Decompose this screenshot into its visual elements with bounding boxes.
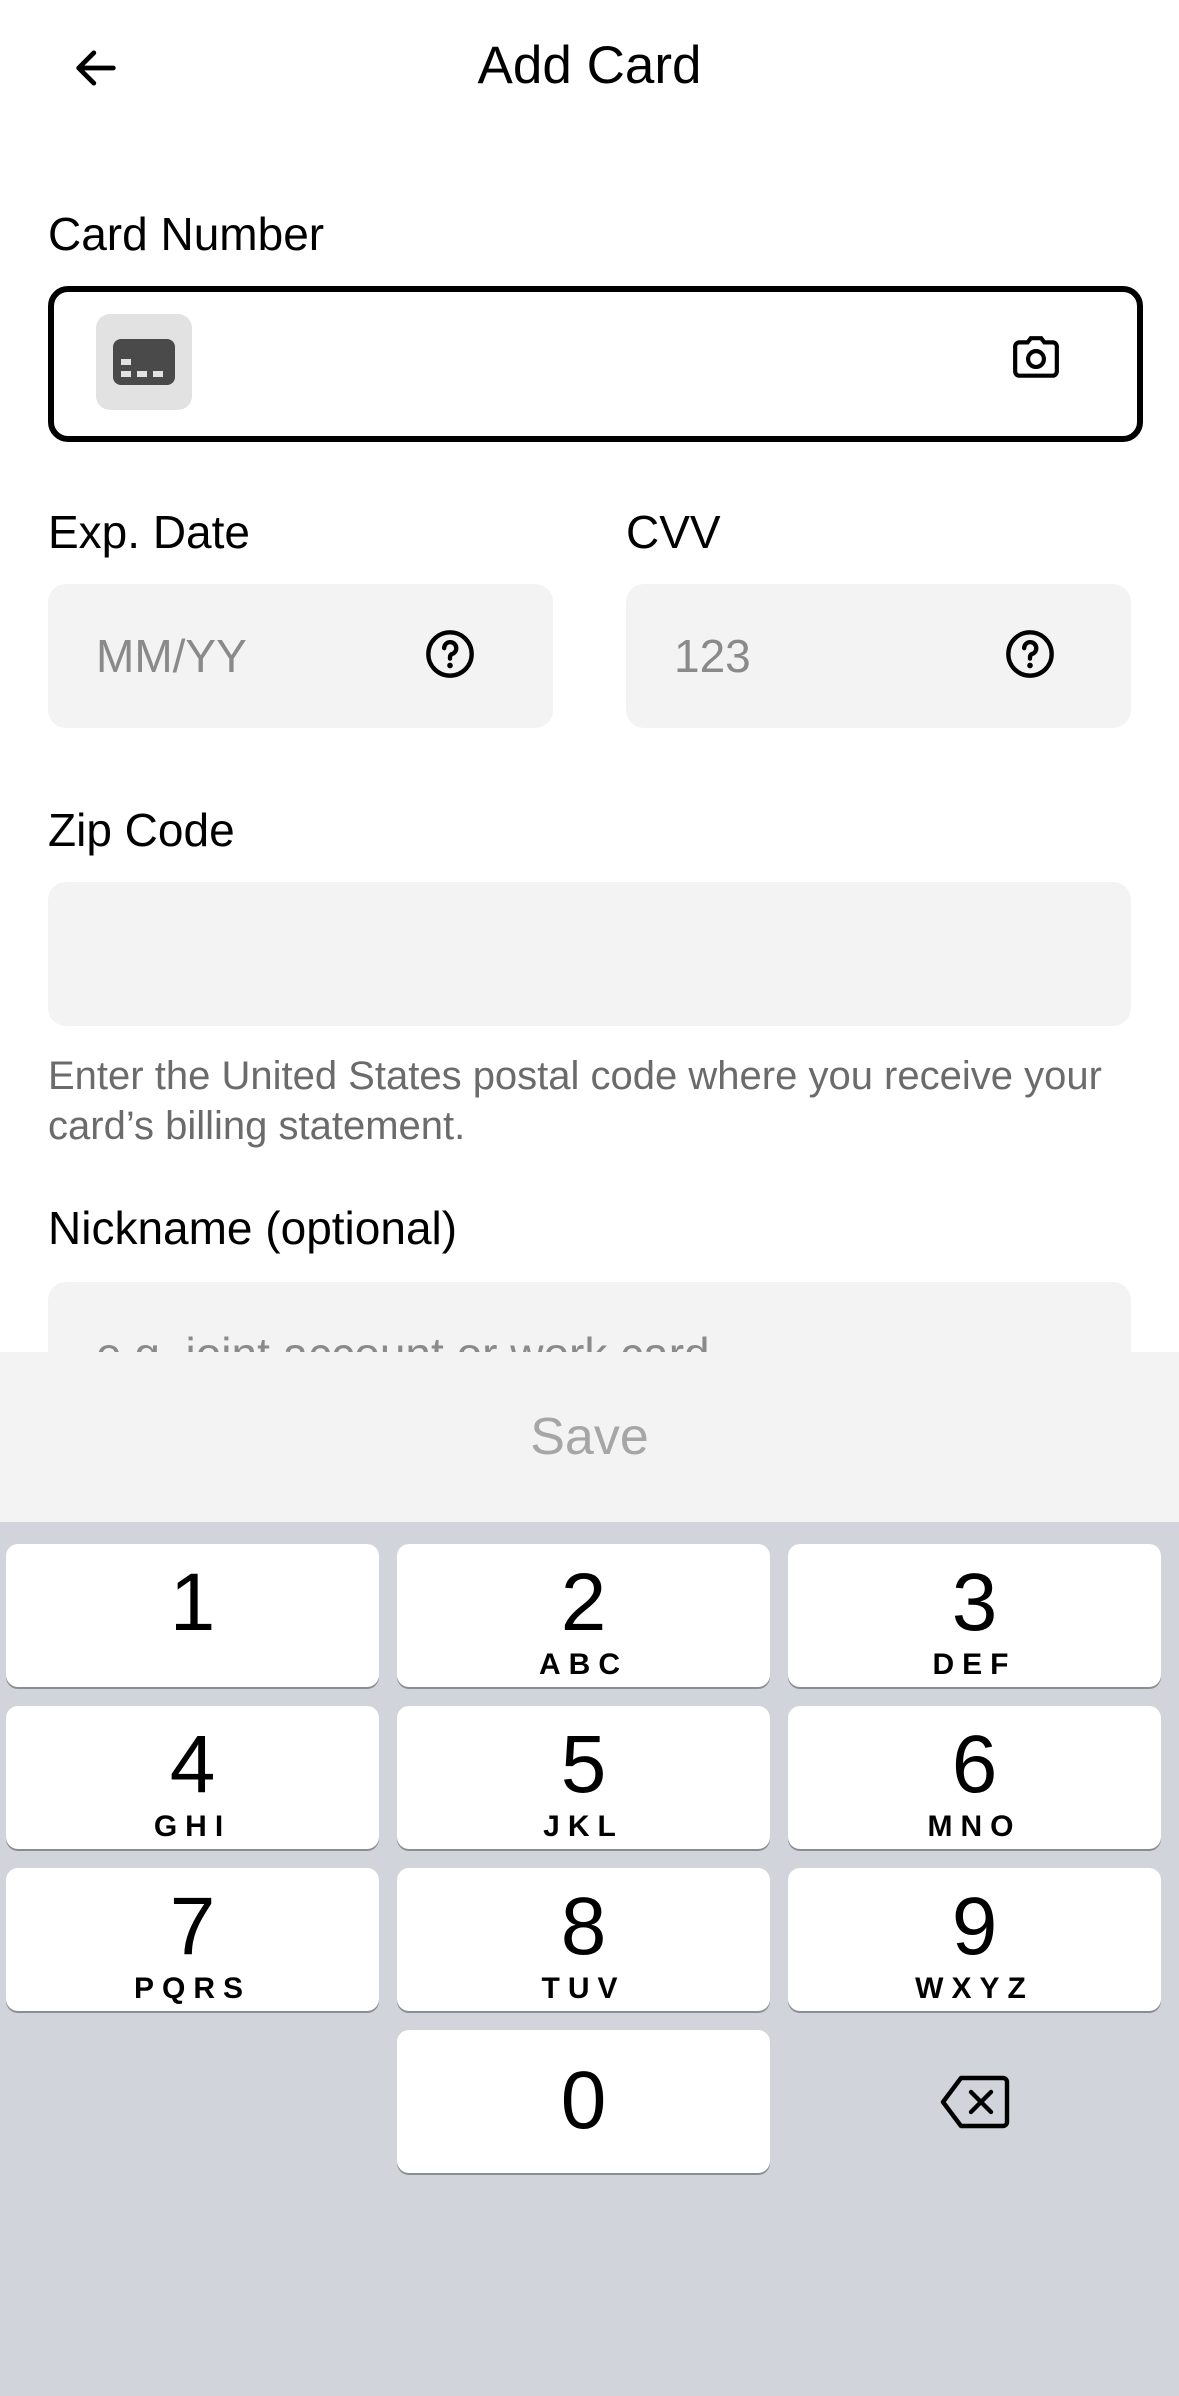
key-3[interactable]: 3 DEF bbox=[788, 1544, 1161, 1687]
card-number-field[interactable] bbox=[48, 286, 1143, 442]
question-circle-icon[interactable] bbox=[1004, 628, 1056, 685]
key-7[interactable]: 7 PQRS bbox=[6, 1868, 379, 2011]
card-number-label: Card Number bbox=[48, 208, 325, 260]
exp-date-placeholder: MM/YY bbox=[96, 630, 247, 682]
backspace-icon bbox=[940, 2075, 1009, 2128]
save-button[interactable]: Save bbox=[0, 1352, 1179, 1522]
backspace-button[interactable] bbox=[788, 2030, 1161, 2173]
key-1[interactable]: 1 bbox=[6, 1544, 379, 1687]
key-4[interactable]: 4 GHI bbox=[6, 1706, 379, 1849]
exp-date-label: Exp. Date bbox=[48, 506, 250, 558]
nickname-label: Nickname (optional) bbox=[48, 1202, 458, 1254]
save-bar: Save bbox=[0, 1352, 1179, 1522]
cvv-placeholder: 123 bbox=[674, 630, 751, 682]
key-5[interactable]: 5 JKL bbox=[397, 1706, 770, 1849]
key-2[interactable]: 2 ABC bbox=[397, 1544, 770, 1687]
key-0[interactable]: 0 bbox=[397, 2030, 770, 2173]
zip-code-field[interactable] bbox=[48, 882, 1131, 1026]
page-title: Add Card bbox=[477, 36, 702, 95]
question-circle-icon[interactable] bbox=[424, 628, 476, 685]
zip-code-help-text: Enter the United States postal code wher… bbox=[48, 1054, 1102, 1148]
exp-date-field[interactable]: MM/YY bbox=[48, 584, 553, 728]
key-6[interactable]: 6 MNO bbox=[788, 1706, 1161, 1849]
key-8[interactable]: 8 TUV bbox=[397, 1868, 770, 2011]
numeric-keyboard: 1 2 ABC 3 DEF 4 GHI 5 JKL 6 MNO 7 PQRS 8… bbox=[0, 1522, 1179, 2396]
zip-code-label: Zip Code bbox=[48, 804, 235, 856]
cvv-label: CVV bbox=[626, 506, 721, 558]
credit-card-icon bbox=[96, 314, 192, 410]
camera-icon[interactable] bbox=[1000, 322, 1072, 394]
key-9[interactable]: 9 WXYZ bbox=[788, 1868, 1161, 2011]
cvv-field[interactable]: 123 bbox=[626, 584, 1131, 728]
